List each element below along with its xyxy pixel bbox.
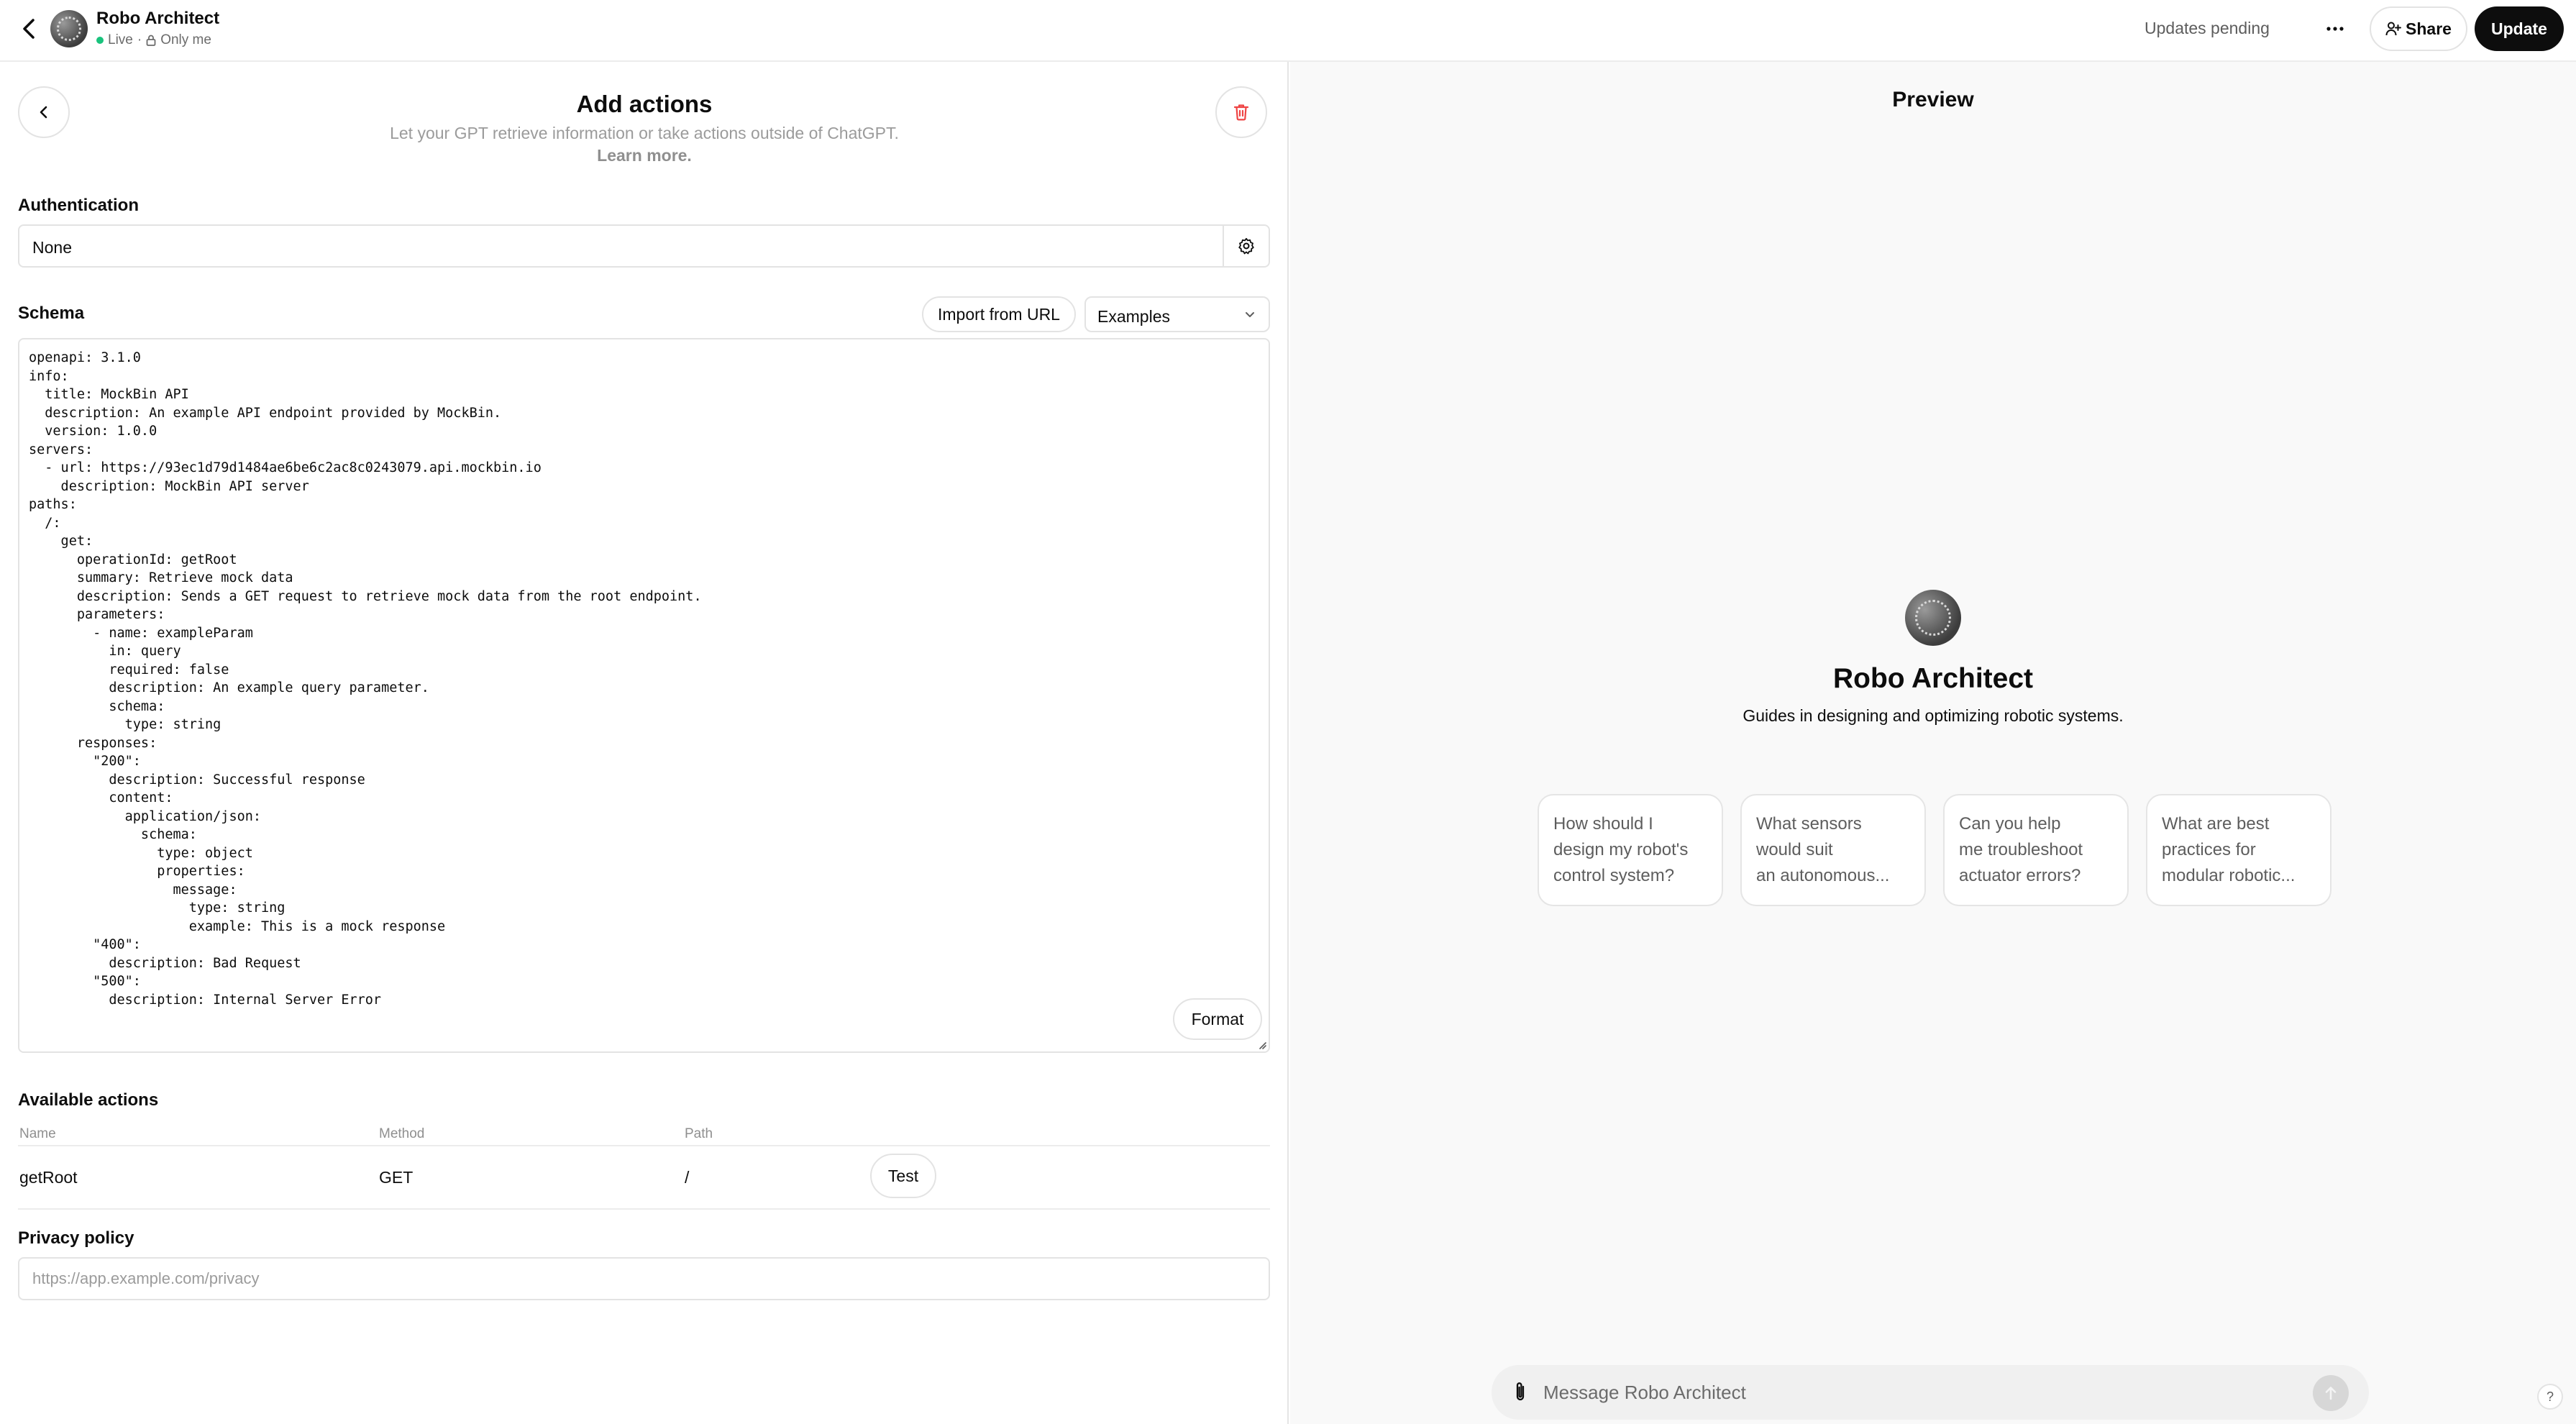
top-bar: Robo Architect Live · Only me Updates pe… [0,0,2576,62]
conversation-starter[interactable]: What are best practices for modular robo… [2146,794,2331,906]
arrow-up-icon [2325,1387,2337,1400]
schema-label: Schema [18,303,85,323]
conversation-starter[interactable]: Can you help me troubleshoot actuator er… [1943,794,2129,906]
available-actions-label: Available actions [18,1090,159,1110]
person-plus-icon [2385,22,2402,36]
message-composer[interactable] [1492,1365,2369,1420]
updates-status: Updates pending [2145,19,2270,37]
help-button[interactable]: ? [2537,1384,2563,1410]
preview-gpt-name: Robo Architect [1832,663,2034,694]
preview-panel: Preview Robo Architect Guides in designi… [1290,62,2576,1424]
table-divider [18,1208,1270,1210]
learn-more-link[interactable]: Learn more. [0,146,1289,165]
column-header-path: Path [685,1126,713,1141]
gpt-avatar [50,10,88,47]
privacy-policy-input[interactable] [18,1257,1270,1300]
test-action-button[interactable]: Test [870,1154,936,1198]
column-header-name: Name [19,1126,56,1141]
trash-icon [1233,104,1249,121]
actions-editor-panel: Add actions Let your GPT retrieve inform… [0,62,1289,1424]
action-name: getRoot [19,1168,78,1187]
chevron-down-icon [1246,312,1254,317]
more-options-button[interactable] [2319,14,2351,43]
authentication-field[interactable]: None [18,224,1270,268]
delete-action-button[interactable] [1215,86,1267,138]
format-button[interactable]: Format [1173,998,1262,1040]
schema-editor[interactable]: openapi: 3.1.0 info: title: MockBin API … [18,338,1270,1053]
resize-handle-icon[interactable] [1256,1039,1266,1049]
gpt-status[interactable]: Live · Only me [96,32,211,48]
gpt-name: Robo Architect [96,9,220,28]
action-method: GET [379,1168,414,1187]
preview-title: Preview [1892,88,1974,111]
preview-gpt-avatar [1905,590,1961,646]
lock-icon [146,35,156,46]
share-button[interactable]: Share [2370,6,2467,51]
import-from-url-button[interactable]: Import from URL [922,296,1076,332]
share-label: Share [2406,19,2452,38]
examples-selected-value: Examples [1097,307,1170,326]
visibility-label: Only me [160,32,211,47]
back-button[interactable] [16,14,42,43]
examples-dropdown[interactable]: Examples [1084,296,1270,332]
column-header-method: Method [379,1126,425,1141]
table-divider [18,1145,1270,1146]
conversation-starter[interactable]: How should I design my robot's control s… [1538,794,1723,906]
more-horizontal-icon [2326,27,2344,31]
message-input[interactable] [1543,1379,2291,1405]
chevron-left-icon [23,19,35,39]
schema-code[interactable]: openapi: 3.1.0 info: title: MockBin API … [29,349,702,1009]
paperclip-icon [1516,1382,1525,1401]
preview-gpt-description: Guides in designing and optimizing robot… [1743,706,2124,725]
authentication-value: None [32,238,72,257]
attach-button[interactable] [1507,1378,1533,1407]
live-status-dot [96,37,104,44]
update-button[interactable]: Update [2475,6,2564,51]
privacy-policy-label: Privacy policy [18,1228,134,1248]
gear-icon [1238,237,1254,255]
page-subtitle: Let your GPT retrieve information or tak… [390,124,899,142]
page-title: Add actions [576,91,713,117]
conversation-starter[interactable]: What sensors would suit an autonomous... [1740,794,1926,906]
status-separator: · [137,32,142,47]
send-button[interactable] [2313,1375,2349,1411]
authentication-settings-button[interactable] [1223,226,1269,266]
action-path: / [685,1168,690,1187]
live-label: Live [108,32,133,47]
authentication-label: Authentication [18,196,139,215]
